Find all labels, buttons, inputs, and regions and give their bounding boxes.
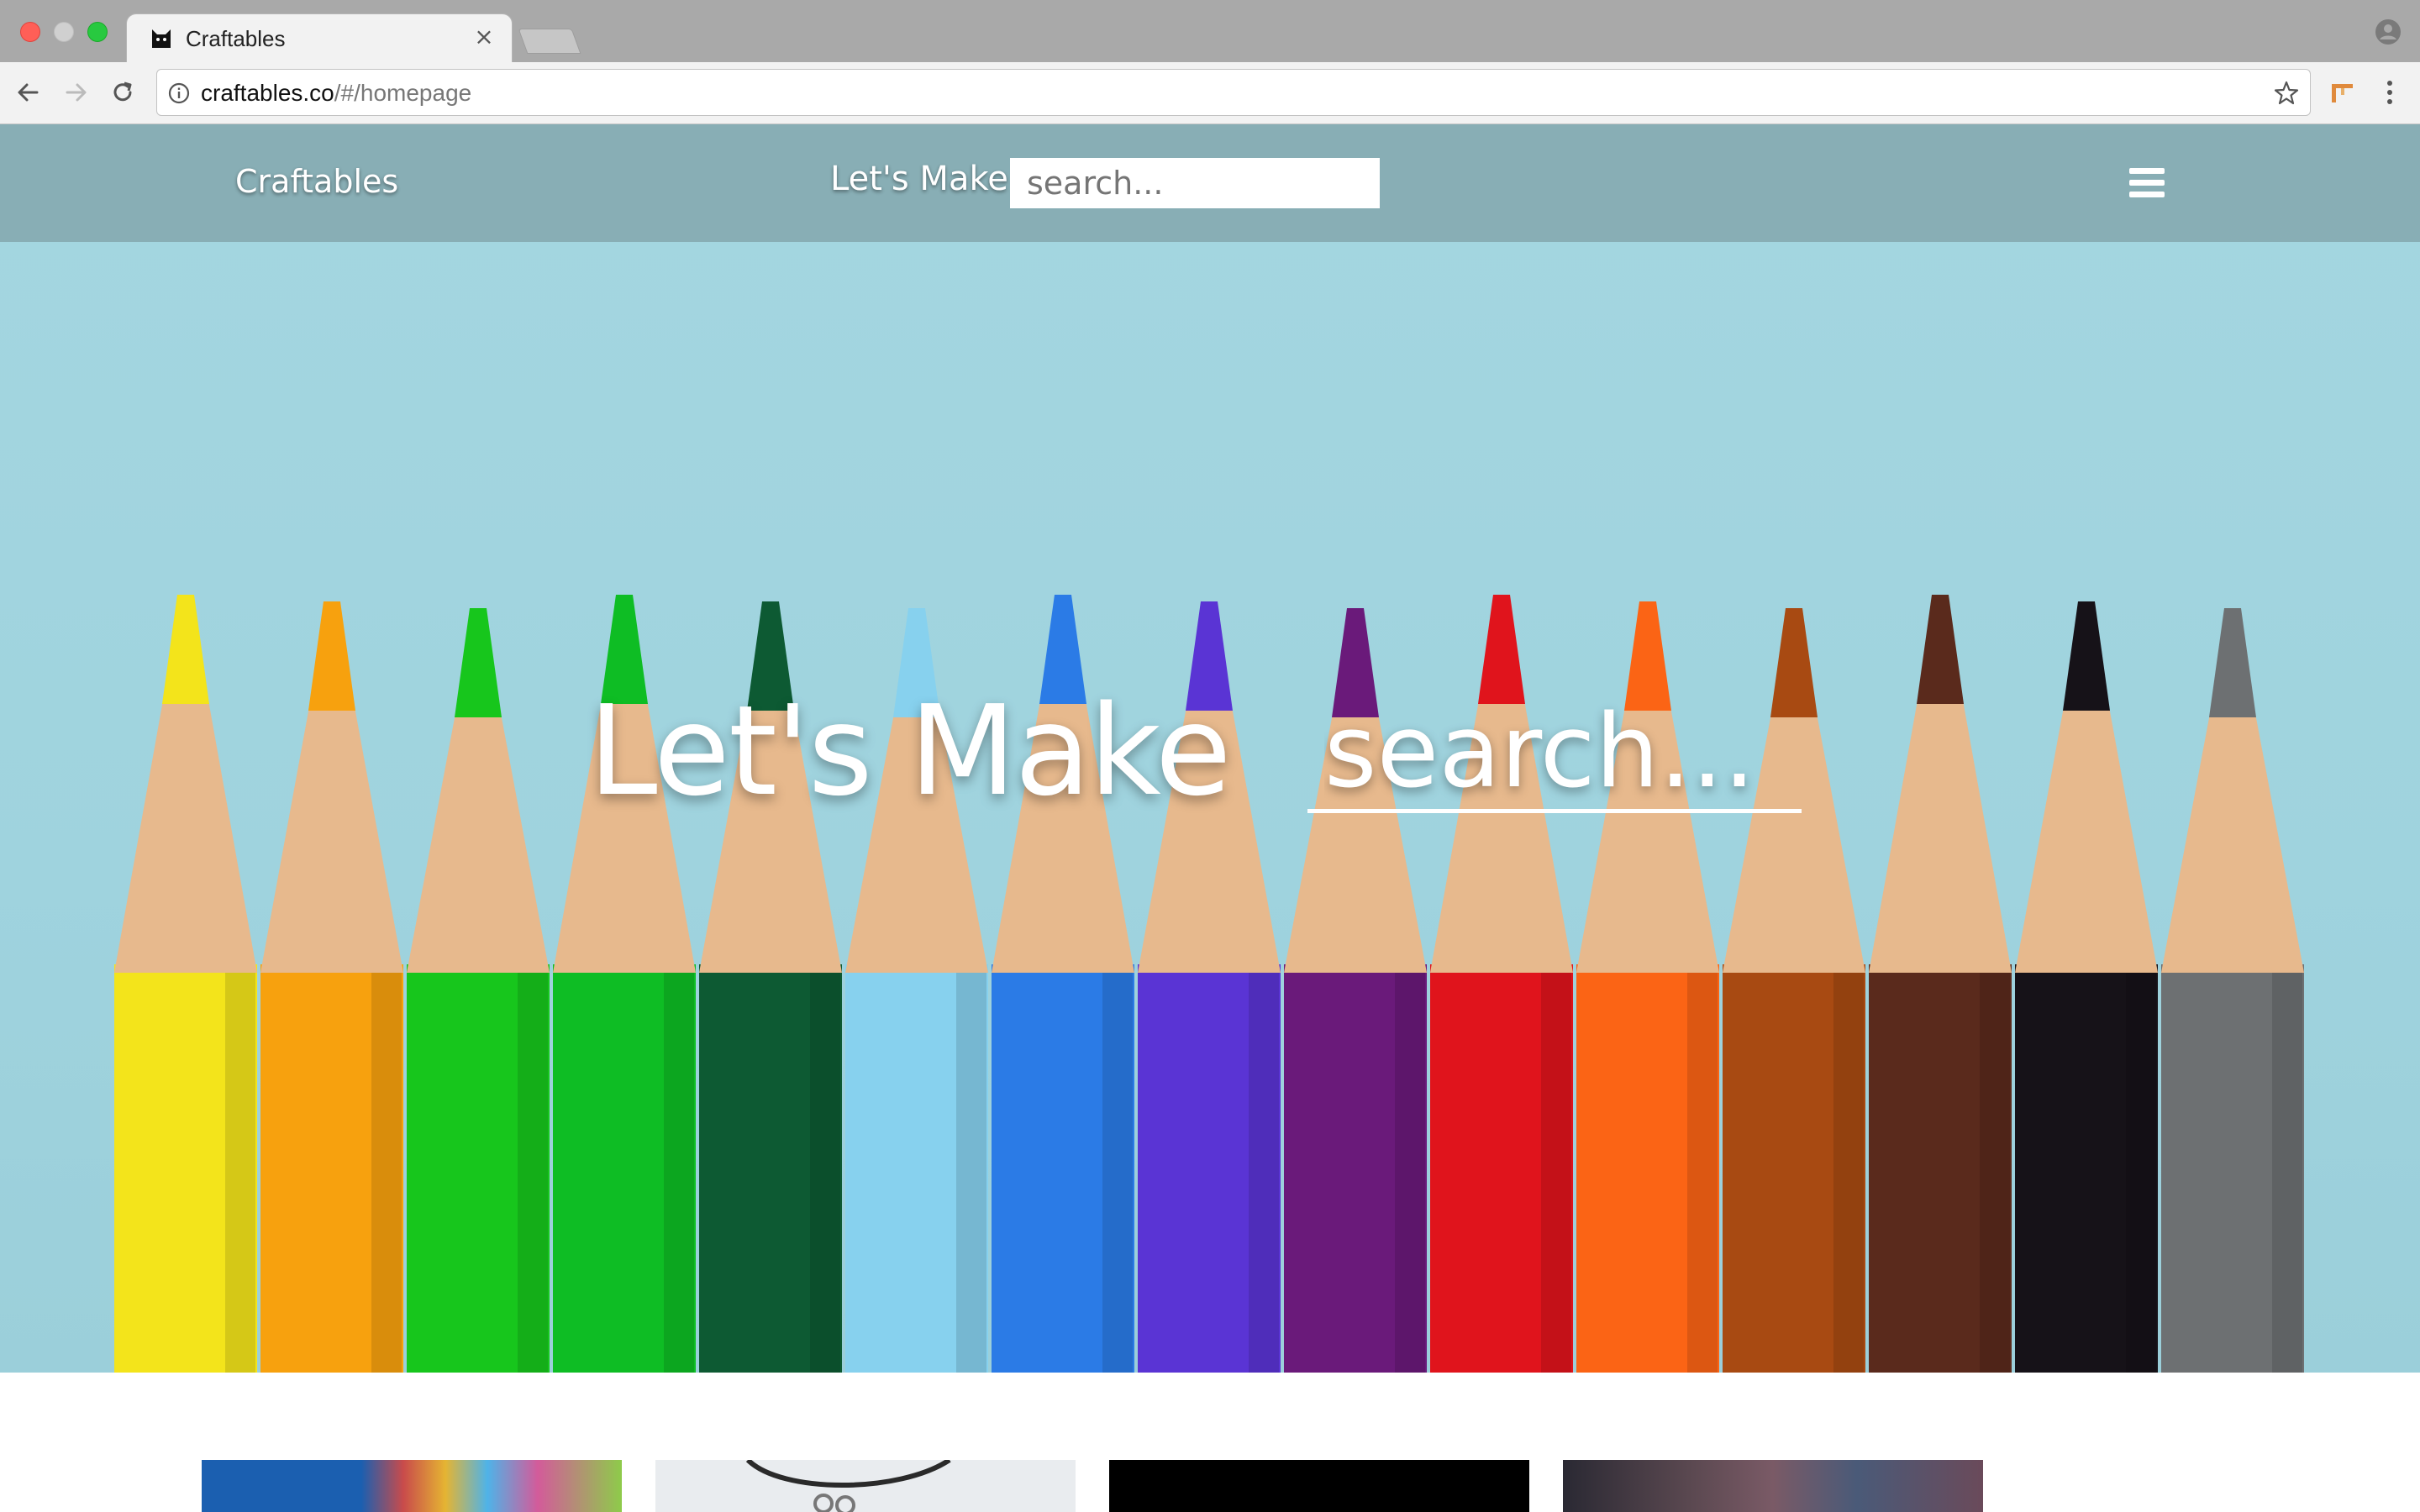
url-path: /#/homepage — [334, 80, 472, 106]
browser-tab-craftables[interactable]: Craftables × — [126, 13, 513, 64]
site-info-icon[interactable] — [167, 81, 191, 105]
pencil — [2015, 601, 2158, 1373]
address-bar[interactable]: craftables.co/#/homepage — [156, 69, 2311, 116]
window-minimize-button[interactable] — [54, 22, 74, 42]
hamburger-menu-icon[interactable] — [2129, 168, 2165, 198]
url-text: craftables.co/#/homepage — [201, 80, 471, 107]
window-close-button[interactable] — [20, 22, 40, 42]
tab-title: Craftables — [186, 26, 286, 51]
nav-lets-make-label: Let's Make — [830, 160, 1008, 198]
pencil — [407, 608, 550, 1373]
balloons-card[interactable] — [202, 1460, 622, 1512]
pencil — [2161, 608, 2304, 1373]
fabric-card[interactable] — [1563, 1460, 1983, 1512]
extension-icon[interactable] — [2329, 79, 2356, 106]
hero-section: Craftables Let's Make Let's Make — [0, 124, 2420, 1373]
browser-toolbar: craftables.co/#/homepage — [0, 62, 2420, 124]
page-viewport: Craftables Let's Make Let's Make — [0, 124, 2420, 1512]
nav-search-input[interactable] — [1010, 158, 1380, 208]
profile-icon[interactable] — [2375, 18, 2402, 45]
bookmark-star-icon[interactable] — [2273, 80, 2300, 107]
new-tab-button[interactable] — [518, 29, 581, 54]
necklace-image — [745, 1460, 951, 1512]
pencil — [260, 601, 403, 1373]
tab-close-icon[interactable]: × — [471, 23, 497, 50]
hero-title: Let's Make — [588, 679, 1232, 823]
browser-menu-icon[interactable] — [2378, 77, 2402, 108]
cat-favicon-icon — [152, 29, 171, 48]
pencil — [114, 595, 257, 1373]
forward-arrow-icon[interactable] — [59, 76, 92, 109]
project-cards — [0, 1460, 2420, 1512]
browser-tab-strip: Craftables × — [0, 0, 2420, 64]
url-host: craftables.co — [201, 80, 334, 106]
pencil — [1869, 595, 2012, 1373]
brand-link[interactable]: Craftables — [235, 163, 398, 200]
back-arrow-icon[interactable] — [12, 76, 45, 109]
site-navbar: Craftables Let's Make — [0, 124, 2420, 242]
reload-icon[interactable] — [106, 76, 139, 109]
necklace-card[interactable] — [655, 1460, 1076, 1512]
window-zoom-button[interactable] — [87, 22, 108, 42]
dark-card[interactable] — [1109, 1460, 1529, 1512]
hero-search-input[interactable] — [1307, 696, 1802, 813]
